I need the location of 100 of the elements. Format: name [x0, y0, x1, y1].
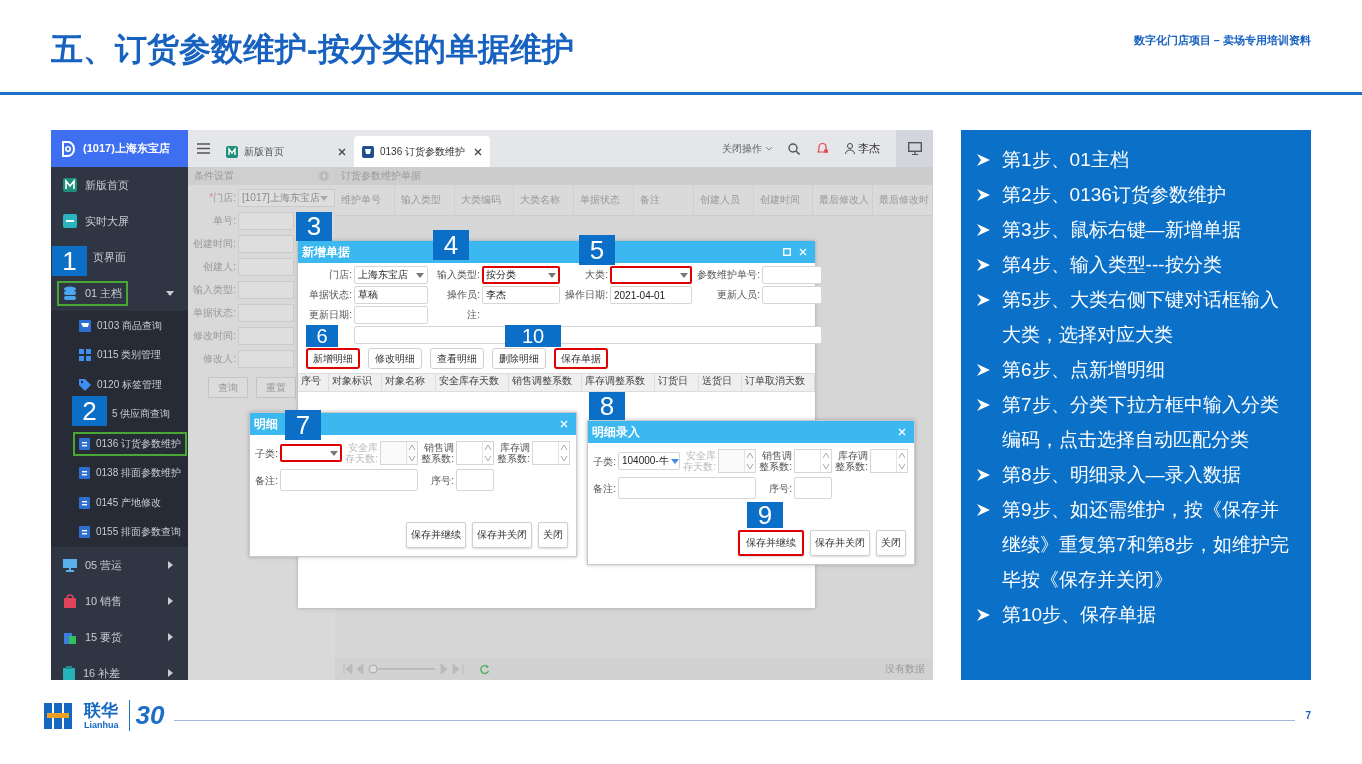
dialog-button[interactable]: 保存并关闭 [810, 530, 870, 556]
logo-latin: Lianhua [84, 719, 119, 730]
refresh-icon[interactable] [479, 663, 490, 675]
dialog-button[interactable]: 保存并继续 [406, 522, 466, 548]
sidebar-subitem[interactable]: 0155 排面参数查询 [75, 522, 186, 543]
arrowhead-icon [977, 504, 990, 516]
caret-icon [668, 457, 679, 465]
search-icon[interactable] [788, 142, 800, 155]
dropdown[interactable]: 按分类 [482, 266, 560, 284]
close-menu[interactable]: 关闭操作 [722, 141, 772, 156]
document-icon [362, 145, 374, 158]
field-label: 序号: [768, 482, 792, 494]
toolbar-button[interactable]: 删除明细 [492, 348, 546, 369]
dropdown[interactable]: 104000-牛 [618, 452, 680, 470]
sidebar-subitem[interactable]: 0138 排面参数维护 [75, 463, 186, 484]
text-field[interactable]: 2021-04-01 [610, 286, 692, 304]
dialog-button[interactable]: 保存并继续 [738, 530, 804, 556]
dropdown[interactable] [610, 266, 692, 284]
step-badge: 1 [52, 246, 87, 276]
sidebar-item[interactable]: 15 要货 [59, 626, 127, 648]
tab[interactable]: 新版首页 [218, 136, 354, 167]
field-label: 注: [466, 308, 480, 322]
caret-icon [319, 194, 328, 202]
toolbar-button[interactable]: 新增明细 [306, 348, 360, 369]
sidebar-item[interactable]: 16 补差 [59, 662, 125, 680]
number-field[interactable] [456, 441, 494, 465]
user-icon [845, 143, 855, 154]
clipboard-icon [63, 666, 75, 680]
toolbar-button[interactable]: 修改明细 [368, 348, 422, 369]
sidebar-subitem[interactable]: 5 供应商查询 [108, 404, 175, 425]
user-menu[interactable]: 李杰 [845, 141, 880, 156]
step-badge: 5 [579, 235, 615, 265]
step-text: 第4步、输入类型---按分类 [1002, 253, 1222, 277]
caret-icon [766, 146, 772, 151]
monitor-icon[interactable] [907, 142, 922, 155]
column-header: 对象名称 [382, 374, 436, 391]
column-header: 库存调整系数 [582, 374, 656, 391]
sidebar-subitem[interactable]: 0136 订货参数维护 [75, 433, 186, 454]
step-badge: 3 [296, 212, 332, 241]
sidebar-item[interactable]: 页界面 [89, 246, 130, 268]
toolbar-button[interactable]: 查看明细 [430, 348, 484, 369]
bell-icon[interactable] [816, 142, 829, 155]
sidebar-item[interactable]: 实时大屏 [59, 210, 133, 232]
dialog-button[interactable]: 关闭 [538, 522, 568, 548]
field-label: 库存调整系数: [496, 442, 530, 464]
step-text: 第10步、保存单据 [1002, 603, 1157, 627]
text-field[interactable]: 草稿 [354, 286, 428, 304]
dialog-button[interactable]: 关闭 [876, 530, 906, 556]
text-field[interactable] [618, 477, 756, 499]
tile-icon [63, 214, 77, 228]
column-header: 订单取消天数 [741, 374, 815, 391]
text-field[interactable]: 李杰 [482, 286, 560, 304]
dropdown[interactable]: 上海东宝店 [354, 266, 428, 284]
step-text: 第8步、明细录入—录入数据 [1002, 463, 1241, 487]
step-text: 第2步、0136订货参数维护 [1002, 183, 1226, 207]
number-field[interactable] [794, 449, 832, 473]
sidebar-item[interactable]: 10 销售 [59, 590, 127, 612]
spinner-icon[interactable] [820, 450, 831, 472]
step-badge: 4 [433, 230, 469, 260]
store-header: (1017)上海东宝店 [51, 130, 188, 167]
maximize-icon[interactable] [783, 248, 791, 256]
sidebar-subitem[interactable]: 0120 标签管理 [75, 374, 167, 395]
number-field[interactable] [870, 449, 908, 473]
sidebar-subitem[interactable]: 0145 产地修改 [75, 492, 166, 513]
sidebar-item[interactable]: 新版首页 [59, 174, 133, 196]
sidebar-subitem[interactable]: 0115 类别管理 [75, 345, 166, 366]
field-label: 单据状态: [308, 288, 352, 302]
step-text: 第5步、大类右侧下键对话框输入大类，选择对应大类 [1002, 288, 1280, 347]
close-icon[interactable] [474, 147, 482, 156]
field-label: 备注: [254, 474, 278, 486]
close-icon[interactable] [338, 147, 346, 156]
toolbar-button[interactable]: 保存单据 [554, 348, 608, 369]
text-field[interactable] [456, 469, 494, 491]
spinner-icon[interactable] [896, 450, 907, 472]
dialog-title: 明细 [254, 415, 278, 433]
collapse-icon[interactable] [319, 171, 329, 181]
arrowhead-icon [977, 259, 990, 271]
step-badge: 2 [72, 396, 107, 426]
spinner-icon[interactable] [482, 442, 493, 464]
tab[interactable]: 0136 订货参数维护 [354, 136, 490, 167]
slide-title: 五、订货参数维护-按分类的单据维护 [51, 30, 574, 69]
text-field[interactable] [280, 469, 418, 491]
menu-icon[interactable] [196, 143, 210, 154]
spinner-icon[interactable] [558, 442, 569, 464]
sidebar-item[interactable]: 01 主档 [59, 282, 127, 304]
sidebar-item[interactable]: 05 营运 [59, 554, 127, 576]
caret-icon [546, 271, 556, 279]
caret-icon [414, 271, 424, 279]
text-field[interactable] [762, 266, 822, 284]
logo-icon [61, 140, 75, 157]
dropdown[interactable] [280, 444, 342, 462]
step-text: 第3步、鼠标右键—新增单据 [1002, 218, 1241, 242]
text-field[interactable] [762, 286, 822, 304]
text-field[interactable] [794, 477, 832, 499]
sidebar-subitem[interactable]: 0103 商品查询 [75, 315, 167, 336]
dialog-button[interactable]: 保存并关闭 [472, 522, 532, 548]
number-field[interactable] [532, 441, 570, 465]
text-field[interactable] [354, 326, 822, 344]
step-badge: 8 [589, 392, 625, 420]
text-field[interactable] [354, 306, 428, 324]
